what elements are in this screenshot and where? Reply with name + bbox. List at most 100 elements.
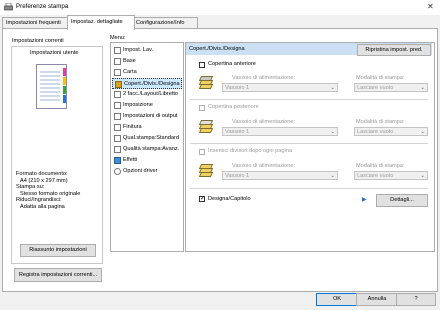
tray-label: Vassoio di alimentazione: [232, 119, 296, 125]
menu-item-label: Finitura [123, 124, 142, 130]
info-line: Adatta alla pagina [20, 203, 65, 210]
chevron-down-icon: ⌄ [330, 129, 335, 135]
menu-item-carta[interactable]: Carta [112, 67, 182, 78]
back-cover-stack-icon [198, 120, 214, 134]
menu-item-label: Impostazioni di output [123, 113, 178, 119]
print-mode-label: Modalità di stampa: [356, 75, 405, 81]
dividers-tray-select[interactable]: Vassoio 1 ⌄ [222, 171, 338, 180]
menu-item-label: Opzioni driver [123, 168, 158, 174]
help-button[interactable]: ? [396, 293, 436, 306]
chevron-down-icon: ⌄ [420, 85, 425, 91]
back-cover-mode-select[interactable]: Lasciare vuoto ⌄ [354, 127, 428, 136]
front-cover-tray-select[interactable]: Vassoio 1 ⌄ [222, 83, 338, 92]
tray-label: Vassoio di alimentazione: [232, 75, 296, 81]
page-icon [114, 58, 121, 65]
close-icon[interactable]: ✕ [427, 2, 434, 11]
panel-header-title: Copert./Divis./Designa [189, 46, 245, 52]
back-cover-checkbox[interactable] [199, 105, 205, 111]
imposition-icon [114, 102, 121, 109]
menu-item-label: Imposizione [123, 102, 153, 108]
menu-item-qual-stampa-standard[interactable]: Qual.stampa:Standard [112, 133, 182, 144]
designate-chapter-checkbox[interactable] [199, 195, 205, 202]
menu-item-impost-lav[interactable]: Impost. Lav. [112, 45, 182, 56]
menu-item-finitura[interactable]: Finitura [112, 122, 182, 133]
print-mode-label: Modalità di stampa: [356, 119, 405, 125]
menu-item-2-facc-layout[interactable]: 2 facc./Layout/Libretto [112, 89, 182, 100]
finishing-icon [114, 124, 121, 131]
front-cover-stack-icon [198, 76, 214, 90]
info-line: Formato documento: [16, 171, 68, 177]
ok-button[interactable]: OK [316, 293, 358, 306]
section-divider [190, 188, 428, 189]
tab-label: Impostaz. dettagliate [71, 19, 123, 25]
select-value: Vassoio 1 [225, 85, 250, 91]
info-line: Stampa su: [16, 184, 45, 191]
document-info: Formato documento: A4 (210 x 297 mm) Sta… [16, 171, 80, 211]
select-value: Lasciare vuoto [357, 85, 394, 91]
tab-label: Impostazioni frequenti [6, 20, 61, 26]
play-arrow-icon: ▶ [362, 197, 367, 203]
section-divider [190, 143, 428, 144]
menu-item-label: 2 facc./Layout/Libretto [123, 91, 179, 97]
quality-advanced-icon [114, 146, 121, 153]
register-settings-button[interactable]: Registra impostazioni correnti... [14, 268, 102, 282]
back-cover-label: Copertina posteriore [208, 104, 259, 110]
designate-chapter-label: Designa/Capitolo [208, 196, 251, 202]
chevron-down-icon: ⌄ [420, 173, 425, 179]
menu-item-label: Qual.stampa:Standard [123, 135, 179, 141]
front-cover-checkbox[interactable] [199, 62, 205, 68]
insert-dividers-label: Inserisci divisori dopo ogni pagina [208, 148, 292, 154]
menu-item-label: Base [123, 58, 136, 64]
menu-item-label: Impost. Lav. [123, 47, 154, 53]
chevron-down-icon: ⌄ [330, 173, 335, 179]
menu-item-base[interactable]: Base [112, 56, 182, 67]
settings-icon [114, 47, 121, 54]
chevron-down-icon: ⌄ [420, 129, 425, 135]
menu-item-label: Carta [123, 69, 137, 75]
preset-label: Impostazioni utente [30, 50, 79, 56]
tray-label: Vassoio di alimentazione: [232, 163, 296, 169]
chevron-down-icon: ⌄ [330, 85, 335, 91]
menu-label: Menu: [110, 35, 126, 41]
reset-defaults-button[interactable]: Ripristina impost. pred. [357, 44, 431, 56]
printer-icon [4, 3, 13, 11]
details-button[interactable]: Dettagli... [376, 194, 428, 207]
info-line: A4 (210 x 297 mm) [20, 177, 68, 184]
output-icon [114, 113, 121, 120]
info-line: Stesso formato originale [20, 190, 81, 197]
settings-panel [185, 42, 435, 252]
menu-item-imposizione[interactable]: Imposizione [112, 100, 182, 111]
back-cover-tray-select[interactable]: Vassoio 1 ⌄ [222, 127, 338, 136]
print-mode-label: Modalità di stampa: [356, 163, 405, 169]
select-value: Lasciare vuoto [357, 129, 394, 135]
front-cover-label: Copertina anteriore [208, 61, 256, 67]
menu-item-copert-divis-designa[interactable]: Copert./Divis./Designa [112, 78, 182, 89]
menu-item-label: Effetti [123, 157, 138, 163]
tab-impostaz-dettagliate[interactable]: Impostaz. dettagliate [67, 15, 135, 30]
front-cover-mode-select[interactable]: Lasciare vuoto ⌄ [354, 83, 428, 92]
menu-list: Impost. Lav. Base Carta Copert./Divis./D… [110, 42, 184, 252]
effects-icon [114, 157, 121, 164]
title-bar: Preferenze stampa ✕ [0, 0, 440, 15]
quality-icon [114, 135, 121, 142]
paper-icon [114, 69, 121, 76]
dividers-stack-icon [198, 164, 214, 178]
cover-icon [115, 81, 122, 88]
section-divider [190, 99, 428, 100]
summary-button[interactable]: Riassunto impostazioni [20, 244, 96, 257]
duplex-icon [114, 91, 121, 98]
menu-item-impostazioni-output[interactable]: Impostazioni di output [112, 111, 182, 122]
menu-item-effetti[interactable]: Effetti [112, 155, 182, 166]
cancel-button[interactable]: Annulla [356, 293, 398, 306]
select-value: Vassoio 1 [225, 173, 250, 179]
select-value: Lasciare vuoto [357, 173, 394, 179]
page-preview-icon [36, 64, 67, 109]
window-title: Preferenze stampa [16, 3, 69, 10]
menu-item-label: Qualità stampa:Avanz. [123, 146, 180, 152]
dividers-mode-select[interactable]: Lasciare vuoto ⌄ [354, 171, 428, 180]
driver-options-icon [114, 168, 121, 175]
menu-item-qualita-stampa-avanz[interactable]: Qualità stampa:Avanz. [112, 144, 182, 155]
menu-item-opzioni-driver[interactable]: Opzioni driver [112, 166, 182, 177]
insert-dividers-checkbox[interactable] [199, 149, 205, 155]
tab-label: Configurazione/Info [136, 20, 185, 26]
